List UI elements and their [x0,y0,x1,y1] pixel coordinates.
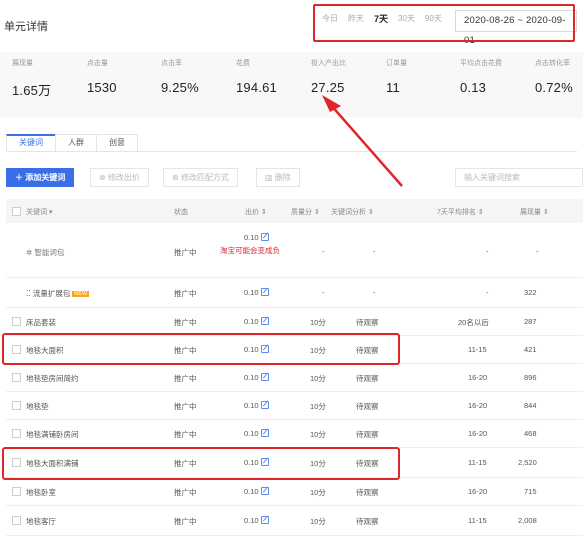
annotation-arrow [322,95,403,187]
arrow-head [322,95,341,112]
arrow-line [329,103,403,187]
